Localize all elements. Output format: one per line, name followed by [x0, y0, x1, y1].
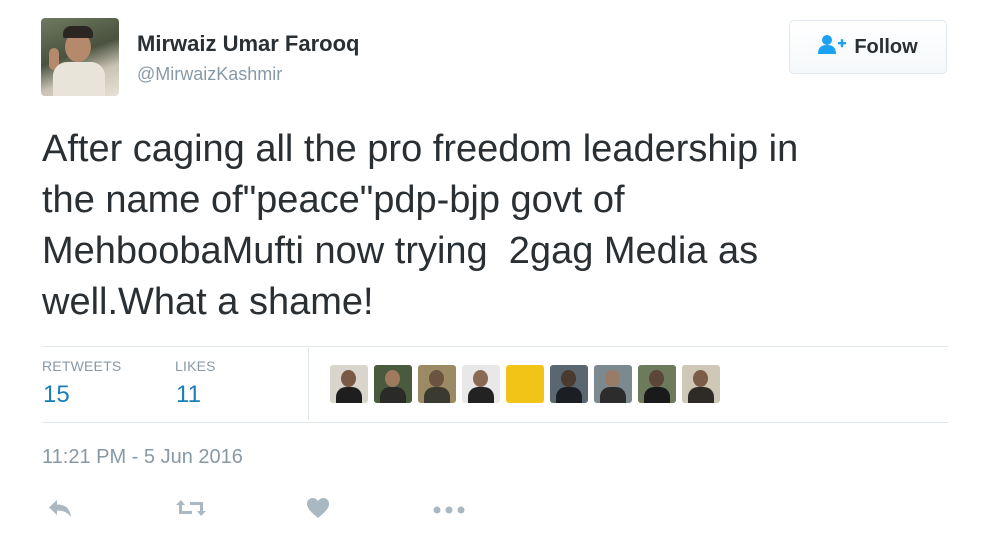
retweets-count[interactable]: 15 — [43, 381, 70, 409]
like-button[interactable] — [302, 496, 334, 524]
likes-count[interactable]: 11 — [176, 381, 201, 409]
stats-vertical-divider — [308, 348, 309, 420]
like-icon — [306, 497, 330, 524]
retweets-label[interactable]: RETWEETS — [42, 358, 121, 374]
stats-top-divider — [42, 346, 948, 347]
liker-avatar[interactable] — [374, 365, 412, 403]
reply-button[interactable] — [44, 496, 76, 524]
liker-avatar[interactable] — [638, 365, 676, 403]
more-icon — [433, 501, 465, 519]
liker-avatar[interactable] — [462, 365, 500, 403]
more-button[interactable] — [433, 496, 465, 524]
reply-icon — [47, 498, 73, 523]
liker-avatar[interactable] — [330, 365, 368, 403]
likes-label[interactable]: LIKES — [175, 358, 216, 374]
author-handle[interactable]: @MirwaizKashmir — [137, 64, 282, 85]
liker-avatar[interactable] — [506, 365, 544, 403]
tweet-text: After caging all the pro freedom leaders… — [42, 128, 799, 323]
tweet-timestamp[interactable]: 11:21 PM - 5 Jun 2016 — [42, 446, 243, 469]
author-name[interactable]: Mirwaiz Umar Farooq — [137, 31, 359, 57]
liker-avatar[interactable] — [594, 365, 632, 403]
add-person-icon — [818, 34, 847, 61]
retweet-icon — [175, 498, 207, 523]
follow-button[interactable]: Follow — [789, 20, 947, 74]
retweet-button[interactable] — [175, 496, 207, 524]
likers-avatar-list — [330, 365, 720, 403]
stats-bottom-divider — [42, 422, 948, 423]
follow-button-label: Follow — [854, 35, 918, 58]
liker-avatar[interactable] — [682, 365, 720, 403]
liker-avatar[interactable] — [550, 365, 588, 403]
liker-avatar[interactable] — [418, 365, 456, 403]
author-avatar[interactable] — [41, 18, 119, 96]
